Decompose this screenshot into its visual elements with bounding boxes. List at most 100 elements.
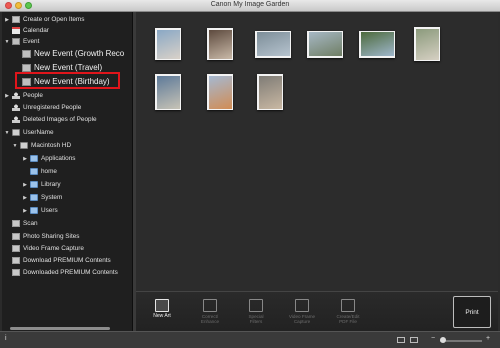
folder-icon xyxy=(30,194,38,201)
computer-icon xyxy=(12,129,20,136)
photo-thumbnail[interactable] xyxy=(412,26,442,62)
sidebar-item-video-frame-capture[interactable]: Video Frame Capture xyxy=(4,243,84,254)
sidebar-item-calendar[interactable]: Calendar xyxy=(4,25,49,36)
sidebar-item-event[interactable]: ▼ Event xyxy=(4,36,39,47)
sidebar-item-label: New Event (Growth Reco xyxy=(34,49,125,58)
expand-arrow-icon[interactable]: ▶ xyxy=(22,208,28,214)
zoom-in-icon[interactable]: + xyxy=(486,335,490,342)
photo-thumbnail[interactable] xyxy=(152,28,184,60)
photo-sharing-icon xyxy=(12,233,20,240)
expand-arrow-icon[interactable]: ▶ xyxy=(4,17,10,23)
scan-icon xyxy=(12,220,20,227)
create-edit-pdf-button[interactable]: Create/Edit PDF File xyxy=(328,299,368,324)
event-thumbnail-icon xyxy=(22,63,31,72)
folder-icon xyxy=(30,168,38,175)
photo-9 xyxy=(257,74,283,110)
photo-thumbnail[interactable] xyxy=(358,28,396,60)
sidebar-item-label: Event xyxy=(23,38,40,45)
event-icon xyxy=(12,38,20,45)
bottom-toolbar: New Art Correct/ Enhance Special Filters… xyxy=(136,291,498,331)
zoom-slider[interactable] xyxy=(440,340,482,342)
photo-thumbnail[interactable] xyxy=(254,72,286,112)
expand-arrow-icon[interactable]: ▶ xyxy=(22,156,28,162)
video-frame-capture-button[interactable]: Video Frame Capture xyxy=(282,299,322,324)
sidebar-item-downloaded-premium[interactable]: Downloaded PREMIUM Contents xyxy=(4,267,118,278)
sidebar-item-deleted-people[interactable]: Deleted Images of People xyxy=(4,114,97,125)
photo-2 xyxy=(207,28,233,60)
photo-thumbnail[interactable] xyxy=(204,28,236,60)
correct-enhance-button[interactable]: Correct/ Enhance xyxy=(190,299,230,324)
sidebar-scrollbar[interactable] xyxy=(10,327,110,330)
correct-enhance-icon xyxy=(203,299,217,312)
collapse-arrow-icon[interactable]: ▼ xyxy=(12,143,18,149)
photo-thumbnail[interactable] xyxy=(204,72,236,112)
sidebar-item-library[interactable]: ▶ Library xyxy=(22,179,61,190)
status-bar: i − + xyxy=(0,331,500,348)
create-edit-pdf-label: Create/Edit PDF File xyxy=(336,314,360,324)
photo-3 xyxy=(255,30,291,58)
sidebar-item-macintosh-hd[interactable]: ▼ Macintosh HD xyxy=(12,140,71,151)
sidebar-item-label: UserName xyxy=(23,129,54,136)
photo-thumbnail[interactable] xyxy=(254,28,292,60)
photo-5 xyxy=(359,30,395,58)
sidebar-item-create-open-items[interactable]: ▶ Create or Open Items xyxy=(4,14,84,25)
event-thumbnail-icon xyxy=(22,49,31,58)
new-art-label: New Art xyxy=(153,313,171,319)
photo-thumbnail[interactable] xyxy=(152,72,184,112)
download-icon xyxy=(12,257,20,264)
expand-arrow-icon[interactable]: ▶ xyxy=(4,93,10,99)
sidebar-item-event-growth[interactable]: New Event (Growth Reco xyxy=(20,47,124,60)
sidebar-item-label: Users xyxy=(41,207,58,214)
photo-4 xyxy=(307,30,343,58)
special-filters-icon xyxy=(249,299,263,312)
sidebar-item-label: Scan xyxy=(23,220,38,227)
sidebar-item-scan[interactable]: Scan xyxy=(4,218,38,229)
photo-1 xyxy=(155,28,181,60)
video-frame-capture-label: Video Frame Capture xyxy=(288,314,316,324)
calendar-icon xyxy=(12,27,20,34)
zoom-slider-handle[interactable] xyxy=(440,337,446,343)
sidebar-item-label: Calendar xyxy=(23,27,49,34)
person-icon xyxy=(12,104,20,111)
sidebar-item-system[interactable]: ▶ System xyxy=(22,192,62,203)
sidebar-item-download-premium[interactable]: Download PREMIUM Contents xyxy=(4,255,111,266)
photo-7 xyxy=(155,74,181,110)
sidebar-item-label: Unregistered People xyxy=(23,104,82,111)
expand-arrow-icon[interactable]: ▶ xyxy=(22,182,28,188)
sidebar-item-label: People xyxy=(23,92,43,99)
sidebar-item-username[interactable]: ▼ UserName xyxy=(4,127,54,138)
sidebar-item-users[interactable]: ▶ Users xyxy=(22,205,58,216)
special-filters-label: Special Filters xyxy=(248,314,264,324)
special-filters-button[interactable]: Special Filters xyxy=(236,299,276,324)
sidebar-item-label: Macintosh HD xyxy=(31,142,72,149)
grid-view-icon[interactable] xyxy=(397,337,405,343)
photo-thumbnail[interactable] xyxy=(306,28,344,60)
sidebar-item-label: Download PREMIUM Contents xyxy=(23,257,111,264)
sidebar-item-unregistered-people[interactable]: Unregistered People xyxy=(4,102,81,113)
sidebar-item-home[interactable]: home xyxy=(22,166,57,177)
sidebar-item-label: Video Frame Capture xyxy=(23,245,84,252)
folder-icon xyxy=(30,155,38,162)
folder-icon xyxy=(30,207,38,214)
new-art-icon xyxy=(155,299,169,312)
sidebar-item-photo-sharing[interactable]: Photo Sharing Sites xyxy=(4,231,80,242)
expand-arrow-icon[interactable]: ▶ xyxy=(22,195,28,201)
sidebar-item-people[interactable]: ▶ People xyxy=(4,90,43,101)
zoom-out-icon[interactable]: − xyxy=(431,335,435,342)
drive-icon xyxy=(20,142,28,149)
collapse-arrow-icon[interactable]: ▼ xyxy=(4,130,10,136)
list-view-icon[interactable] xyxy=(410,337,418,343)
video-frame-capture-icon xyxy=(295,299,309,312)
print-button[interactable]: Print xyxy=(453,296,491,328)
window-title: Canon My Image Garden xyxy=(210,1,290,8)
folder-icon xyxy=(30,181,38,188)
collapse-arrow-icon[interactable]: ▼ xyxy=(4,39,10,45)
new-art-button[interactable]: New Art xyxy=(142,299,182,319)
pdf-file-icon xyxy=(341,299,355,312)
sidebar-item-applications[interactable]: ▶ Applications xyxy=(22,153,75,164)
window-titlebar: Canon My Image Garden xyxy=(0,0,500,12)
person-icon xyxy=(12,116,20,123)
photo-6 xyxy=(414,27,440,61)
downloaded-icon xyxy=(12,269,20,276)
info-icon[interactable]: i xyxy=(5,335,7,342)
